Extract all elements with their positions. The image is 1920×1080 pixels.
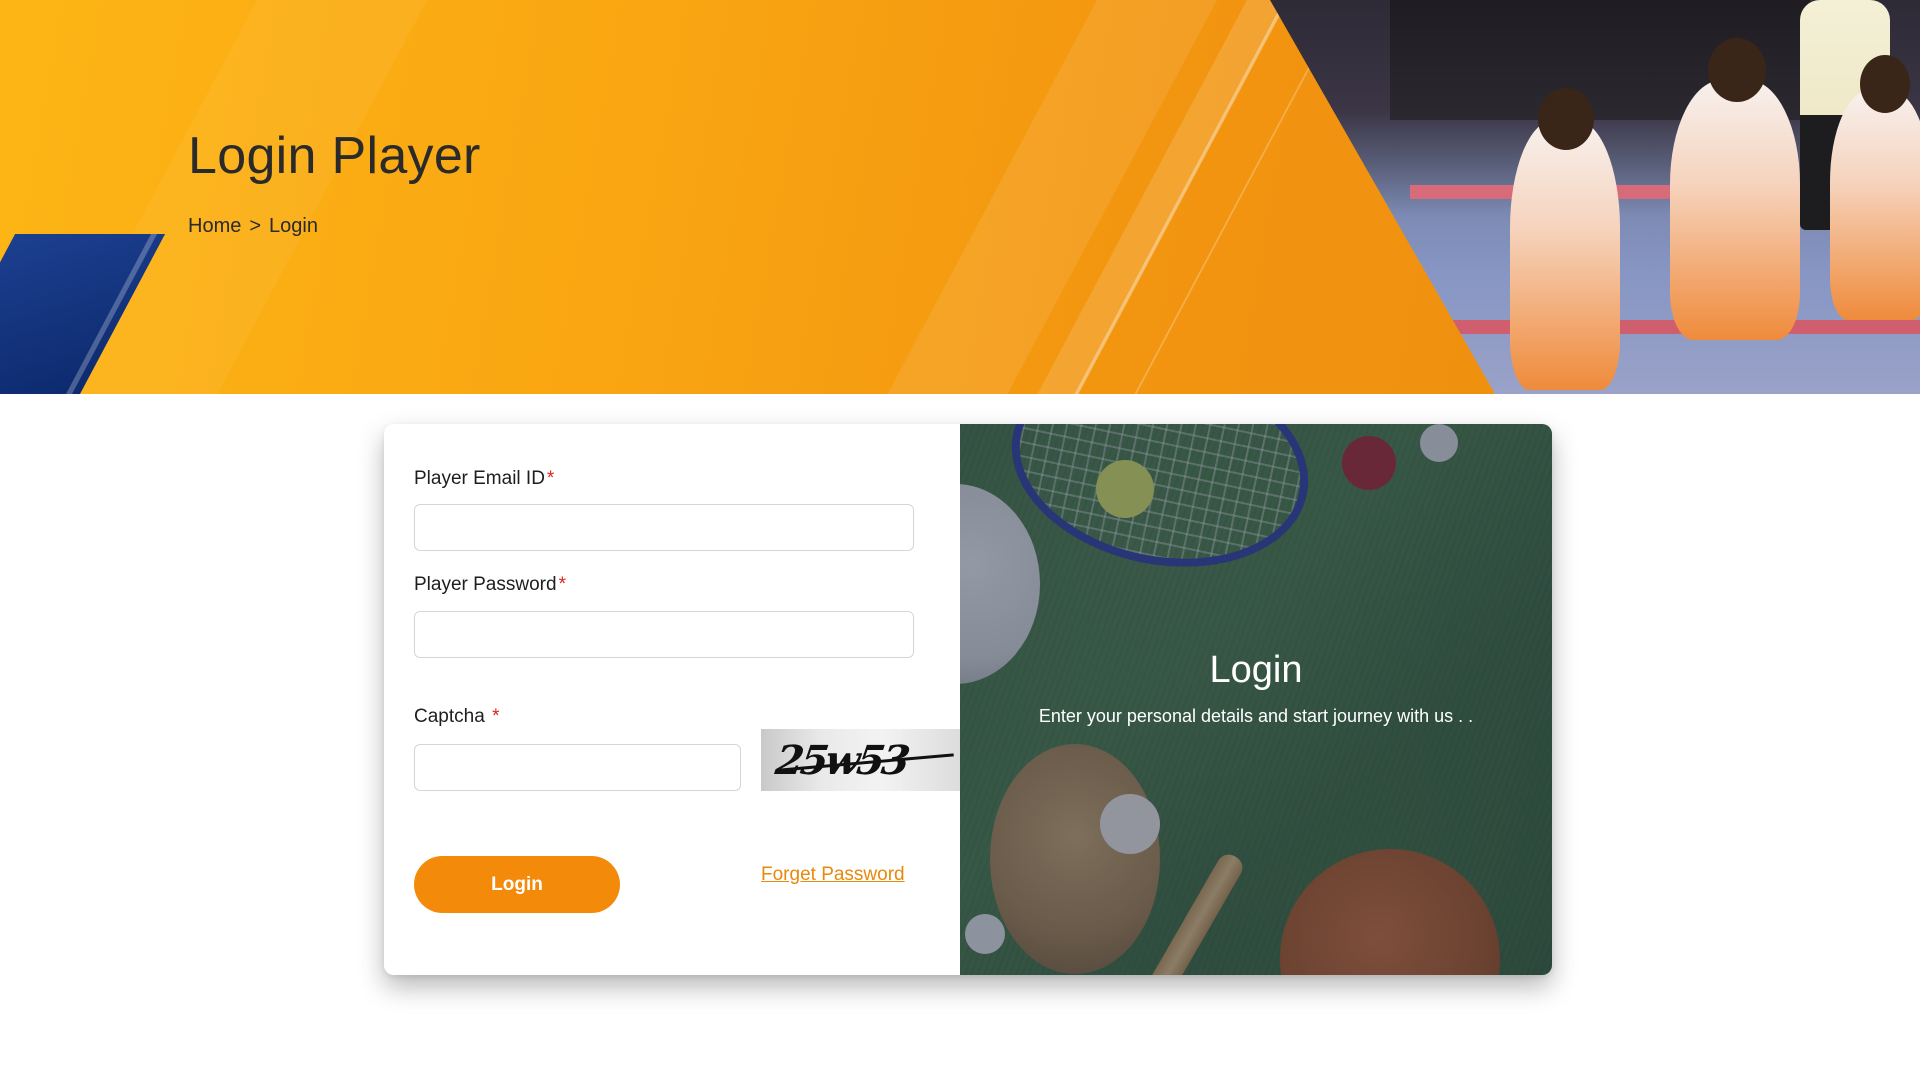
login-button[interactable]: Login [414, 856, 620, 913]
captcha-input[interactable] [414, 744, 741, 791]
required-mark: * [492, 706, 500, 727]
photo-player [1510, 120, 1620, 390]
photo-player-head [1860, 55, 1910, 113]
breadcrumb-separator: > [249, 215, 262, 237]
forget-password-link[interactable]: Forget Password [761, 864, 905, 886]
hero-banner: Login Player Home > Login [0, 0, 1920, 394]
login-form: Player Email ID * Player Password * Captch… [384, 424, 961, 975]
photo-player [1830, 90, 1920, 320]
photo-player-head [1538, 88, 1594, 150]
captcha-label-text: Captcha [414, 706, 485, 727]
password-label: Player Password * [414, 574, 566, 596]
photo-court-line [1410, 320, 1920, 334]
breadcrumb-current: Login [269, 215, 318, 237]
login-side-panel: Login Enter your personal details and st… [960, 424, 1552, 975]
breadcrumb-home-link[interactable]: Home [188, 215, 241, 238]
panel-title: Login [1209, 649, 1303, 691]
page-title: Login Player [188, 127, 481, 185]
photo-player [1670, 80, 1800, 340]
panel-subtitle: Enter your personal details and start jo… [1038, 706, 1474, 726]
email-label-text: Player Email ID [414, 468, 545, 489]
required-mark: * [546, 468, 555, 489]
email-label: Player Email ID * [414, 468, 554, 490]
captcha-label: Captcha * [414, 706, 499, 728]
photo-player-head [1708, 38, 1766, 102]
banner-sports-photo [1270, 0, 1920, 394]
login-card: Player Email ID * Player Password * Captch… [384, 424, 1552, 975]
breadcrumb: Home > Login [188, 215, 318, 238]
email-field[interactable] [414, 504, 914, 551]
captcha-image: 25w53 [761, 729, 961, 791]
password-field[interactable] [414, 611, 914, 658]
required-mark: * [558, 574, 566, 595]
panel-overlay [960, 424, 1552, 975]
password-label-text: Player Password [414, 574, 557, 595]
